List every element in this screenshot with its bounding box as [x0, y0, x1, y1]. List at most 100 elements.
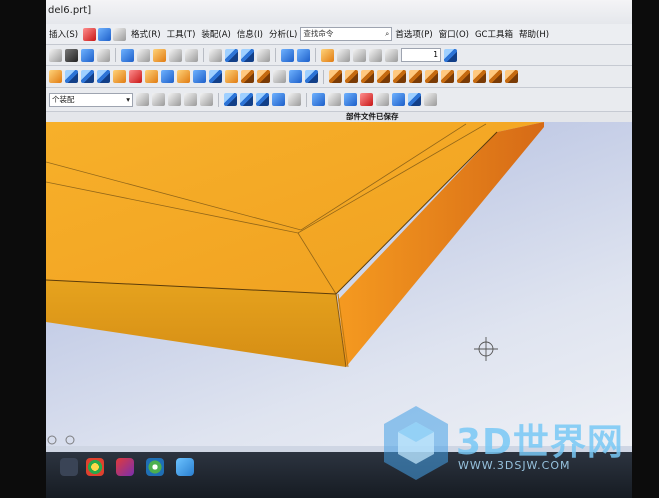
cut-icon[interactable] [137, 48, 150, 62]
app-icon[interactable] [176, 458, 194, 476]
menu-assembly[interactable]: 装配(A) [198, 28, 233, 40]
unite-icon[interactable] [361, 70, 374, 83]
paste-icon[interactable] [153, 48, 166, 62]
separator [203, 48, 204, 62]
graphics-viewport[interactable] [46, 122, 632, 446]
diagonal-icon[interactable] [288, 93, 301, 106]
offset-icon[interactable] [289, 70, 302, 83]
chamfer-icon[interactable] [257, 70, 270, 83]
face-filter-icon[interactable] [240, 93, 253, 106]
model-front-face[interactable] [46, 280, 346, 367]
menu-insert[interactable]: 插入(S) [46, 28, 81, 40]
pad-icon[interactable] [161, 70, 174, 83]
line-icon[interactable] [272, 93, 285, 106]
menu-help[interactable]: 帮助(H) [516, 28, 552, 40]
search-icon[interactable]: ⌕ [385, 28, 389, 40]
pocket-icon[interactable] [145, 70, 158, 83]
menu-analysis[interactable]: 分析(L) [266, 28, 300, 40]
menu-window[interactable]: 窗口(O) [436, 28, 472, 40]
crosshair-icon[interactable] [376, 93, 389, 106]
orient-icon[interactable] [257, 48, 270, 62]
browser-icon[interactable] [86, 458, 104, 476]
app-icon[interactable] [116, 458, 134, 476]
subtract-icon[interactable] [377, 70, 390, 83]
scale-icon[interactable] [305, 70, 318, 83]
boss-icon[interactable] [129, 70, 142, 83]
cone-icon[interactable] [97, 70, 110, 83]
cylinder-icon[interactable] [81, 70, 94, 83]
snap-point-icon[interactable] [152, 93, 165, 106]
menu-tools[interactable]: 工具(T) [164, 28, 199, 40]
separator [306, 92, 307, 107]
blend-icon[interactable] [241, 70, 254, 83]
redo-icon[interactable] [97, 48, 110, 62]
circle-icon[interactable] [360, 93, 373, 106]
undo-icon[interactable] [81, 48, 94, 62]
layer-icon[interactable] [185, 48, 198, 62]
redo-icon[interactable] [113, 27, 127, 41]
snap-icon[interactable] [369, 48, 382, 62]
draft-icon[interactable] [273, 70, 286, 83]
menu-format[interactable]: 格式(R) [128, 28, 164, 40]
menu-gc-toolbox[interactable]: GC工具箱 [472, 28, 516, 40]
delete-face-icon[interactable] [473, 70, 486, 83]
view-cube-icon[interactable] [241, 48, 254, 62]
shading-icon[interactable] [297, 48, 310, 62]
selection-filter-dropdown[interactable]: 个装配 ▾ [49, 92, 133, 107]
menu-preferences[interactable]: 首选项(P) [392, 28, 435, 40]
slot-icon[interactable] [177, 70, 190, 83]
app-icon[interactable] [146, 458, 164, 476]
display-icon[interactable] [444, 48, 457, 62]
hole-icon[interactable] [113, 70, 126, 83]
separator [323, 69, 324, 84]
resize-face-icon[interactable] [505, 70, 518, 83]
render-icon[interactable] [281, 48, 294, 62]
spline-icon[interactable] [328, 93, 341, 106]
select-icon[interactable] [136, 93, 149, 106]
body-filter-icon[interactable] [224, 93, 237, 106]
window-title: del6.prt] [48, 5, 92, 16]
save-icon[interactable] [121, 48, 134, 62]
watermark-url: WWW.3DSJW.COM [458, 459, 571, 472]
edge-filter-icon[interactable] [256, 93, 269, 106]
select-type-icon[interactable] [168, 93, 181, 106]
groove-icon[interactable] [193, 70, 206, 83]
extrude-icon[interactable] [49, 70, 62, 83]
view-icon[interactable] [209, 48, 222, 62]
undo-icon[interactable] [98, 27, 112, 41]
measure-icon[interactable] [337, 48, 350, 62]
selection-toolbar: 个装配 ▾ [46, 88, 632, 112]
block-icon[interactable] [65, 70, 78, 83]
offset-face-icon[interactable] [489, 70, 502, 83]
folder-icon[interactable] [60, 458, 78, 476]
pen-icon[interactable] [169, 48, 182, 62]
stack-icon[interactable] [424, 93, 437, 106]
point-icon[interactable] [184, 93, 197, 106]
close-icon[interactable] [83, 27, 97, 41]
wave-icon[interactable] [353, 48, 366, 62]
line-tool-icon[interactable] [392, 93, 405, 106]
view-cube-icon[interactable] [225, 48, 238, 62]
shell-icon[interactable] [225, 70, 238, 83]
pattern-icon[interactable] [409, 70, 422, 83]
menu-info[interactable]: 信息(I) [234, 28, 266, 40]
intersect-icon[interactable] [393, 70, 406, 83]
circle-center-icon[interactable] [344, 93, 357, 106]
mirror-icon[interactable] [425, 70, 438, 83]
gear-icon[interactable] [385, 48, 398, 62]
replace-face-icon[interactable] [457, 70, 470, 83]
new-icon[interactable] [49, 48, 62, 62]
move-face-icon[interactable] [441, 70, 454, 83]
trim-body-icon[interactable] [329, 70, 342, 83]
curve-icon[interactable] [312, 93, 325, 106]
split-body-icon[interactable] [345, 70, 358, 83]
view-orient-icon[interactable] [408, 93, 421, 106]
layer-select[interactable]: 1 [401, 48, 441, 62]
search-command-input[interactable]: 查找命令 ⌕ [300, 27, 393, 41]
thicken-icon[interactable] [209, 70, 222, 83]
rect-select-icon[interactable] [200, 93, 213, 106]
assembly-icon[interactable] [321, 48, 334, 62]
quick-access-toolbar [81, 27, 128, 41]
title-bar: del6.prt] [46, 0, 632, 25]
close-file-icon[interactable] [65, 48, 78, 62]
